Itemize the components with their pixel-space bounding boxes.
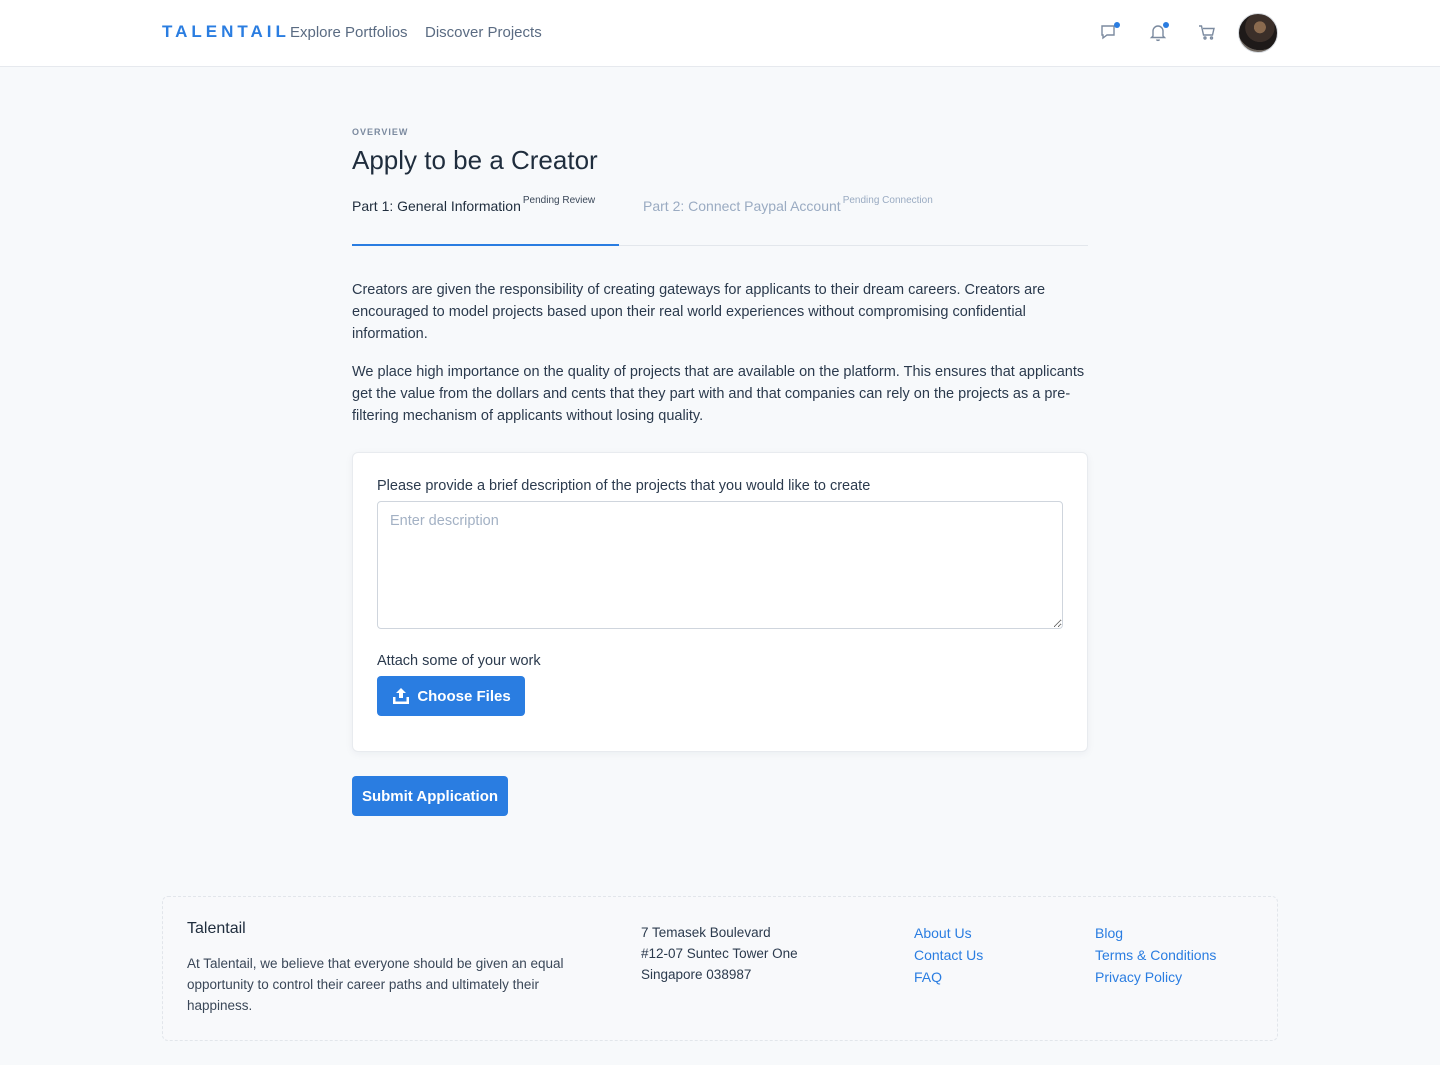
top-navbar: TALENTAIL Explore Portfolios Discover Pr… [0, 0, 1440, 67]
address-line: 7 Temasek Boulevard [641, 925, 771, 940]
description-label: Please provide a brief description of th… [377, 478, 871, 494]
user-avatar[interactable] [1238, 13, 1278, 53]
footer-link-privacy[interactable]: Privacy Policy [1095, 969, 1182, 985]
submit-application-button[interactable]: Submit Application [352, 776, 508, 816]
footer-link-about-us[interactable]: About Us [914, 925, 972, 941]
footer-links-company: About Us Contact Us FAQ [914, 922, 983, 988]
tab-status-badge: Pending Connection [842, 195, 933, 206]
description-textarea[interactable] [377, 501, 1063, 629]
nav-discover-projects[interactable]: Discover Projects [425, 24, 542, 41]
chat-icon[interactable] [1098, 21, 1120, 43]
overline-label: OVERVIEW [352, 127, 409, 137]
footer-link-contact-us[interactable]: Contact Us [914, 947, 983, 963]
address-line: Singapore 038987 [641, 967, 752, 982]
notification-dot [1163, 22, 1169, 28]
upload-icon [393, 688, 410, 704]
intro-paragraph: Creators are given the responsibility of… [352, 282, 1046, 342]
footer-address: 7 Temasek Boulevard #12-07 Suntec Tower … [641, 922, 798, 985]
brand-logo[interactable]: TALENTAIL [162, 22, 290, 42]
tab-status-badge: Pending Review [522, 195, 596, 206]
cart-icon[interactable] [1196, 21, 1218, 43]
choose-files-label: Choose Files [417, 687, 511, 705]
chat-unread-dot [1114, 22, 1120, 28]
page-title: Apply to be a Creator [352, 145, 598, 175]
choose-files-button[interactable]: Choose Files [377, 676, 525, 716]
tab-label: Part 1: General Information [352, 198, 521, 214]
footer-link-blog[interactable]: Blog [1095, 925, 1123, 941]
footer-links-resources: Blog Terms & Conditions Privacy Policy [1095, 922, 1216, 988]
footer-title: Talentail [187, 920, 246, 937]
tab-label: Part 2: Connect Paypal Account [643, 198, 841, 214]
footer-link-terms[interactable]: Terms & Conditions [1095, 947, 1216, 963]
nav-explore-portfolios[interactable]: Explore Portfolios [290, 24, 408, 41]
tab-general-information[interactable]: Part 1: General Information Pending Revie… [352, 195, 596, 216]
active-tab-indicator [352, 244, 619, 246]
tab-connect-paypal[interactable]: Part 2: Connect Paypal Account Pending Co… [643, 195, 933, 216]
footer-link-faq[interactable]: FAQ [914, 969, 942, 985]
quality-paragraph: We place high importance on the quality … [352, 364, 1085, 424]
attach-work-label: Attach some of your work [377, 653, 541, 669]
address-line: #12-07 Suntec Tower One [641, 946, 798, 961]
footer-description: At Talentail, we believe that everyone s… [187, 956, 564, 1013]
bell-icon[interactable] [1147, 21, 1169, 43]
